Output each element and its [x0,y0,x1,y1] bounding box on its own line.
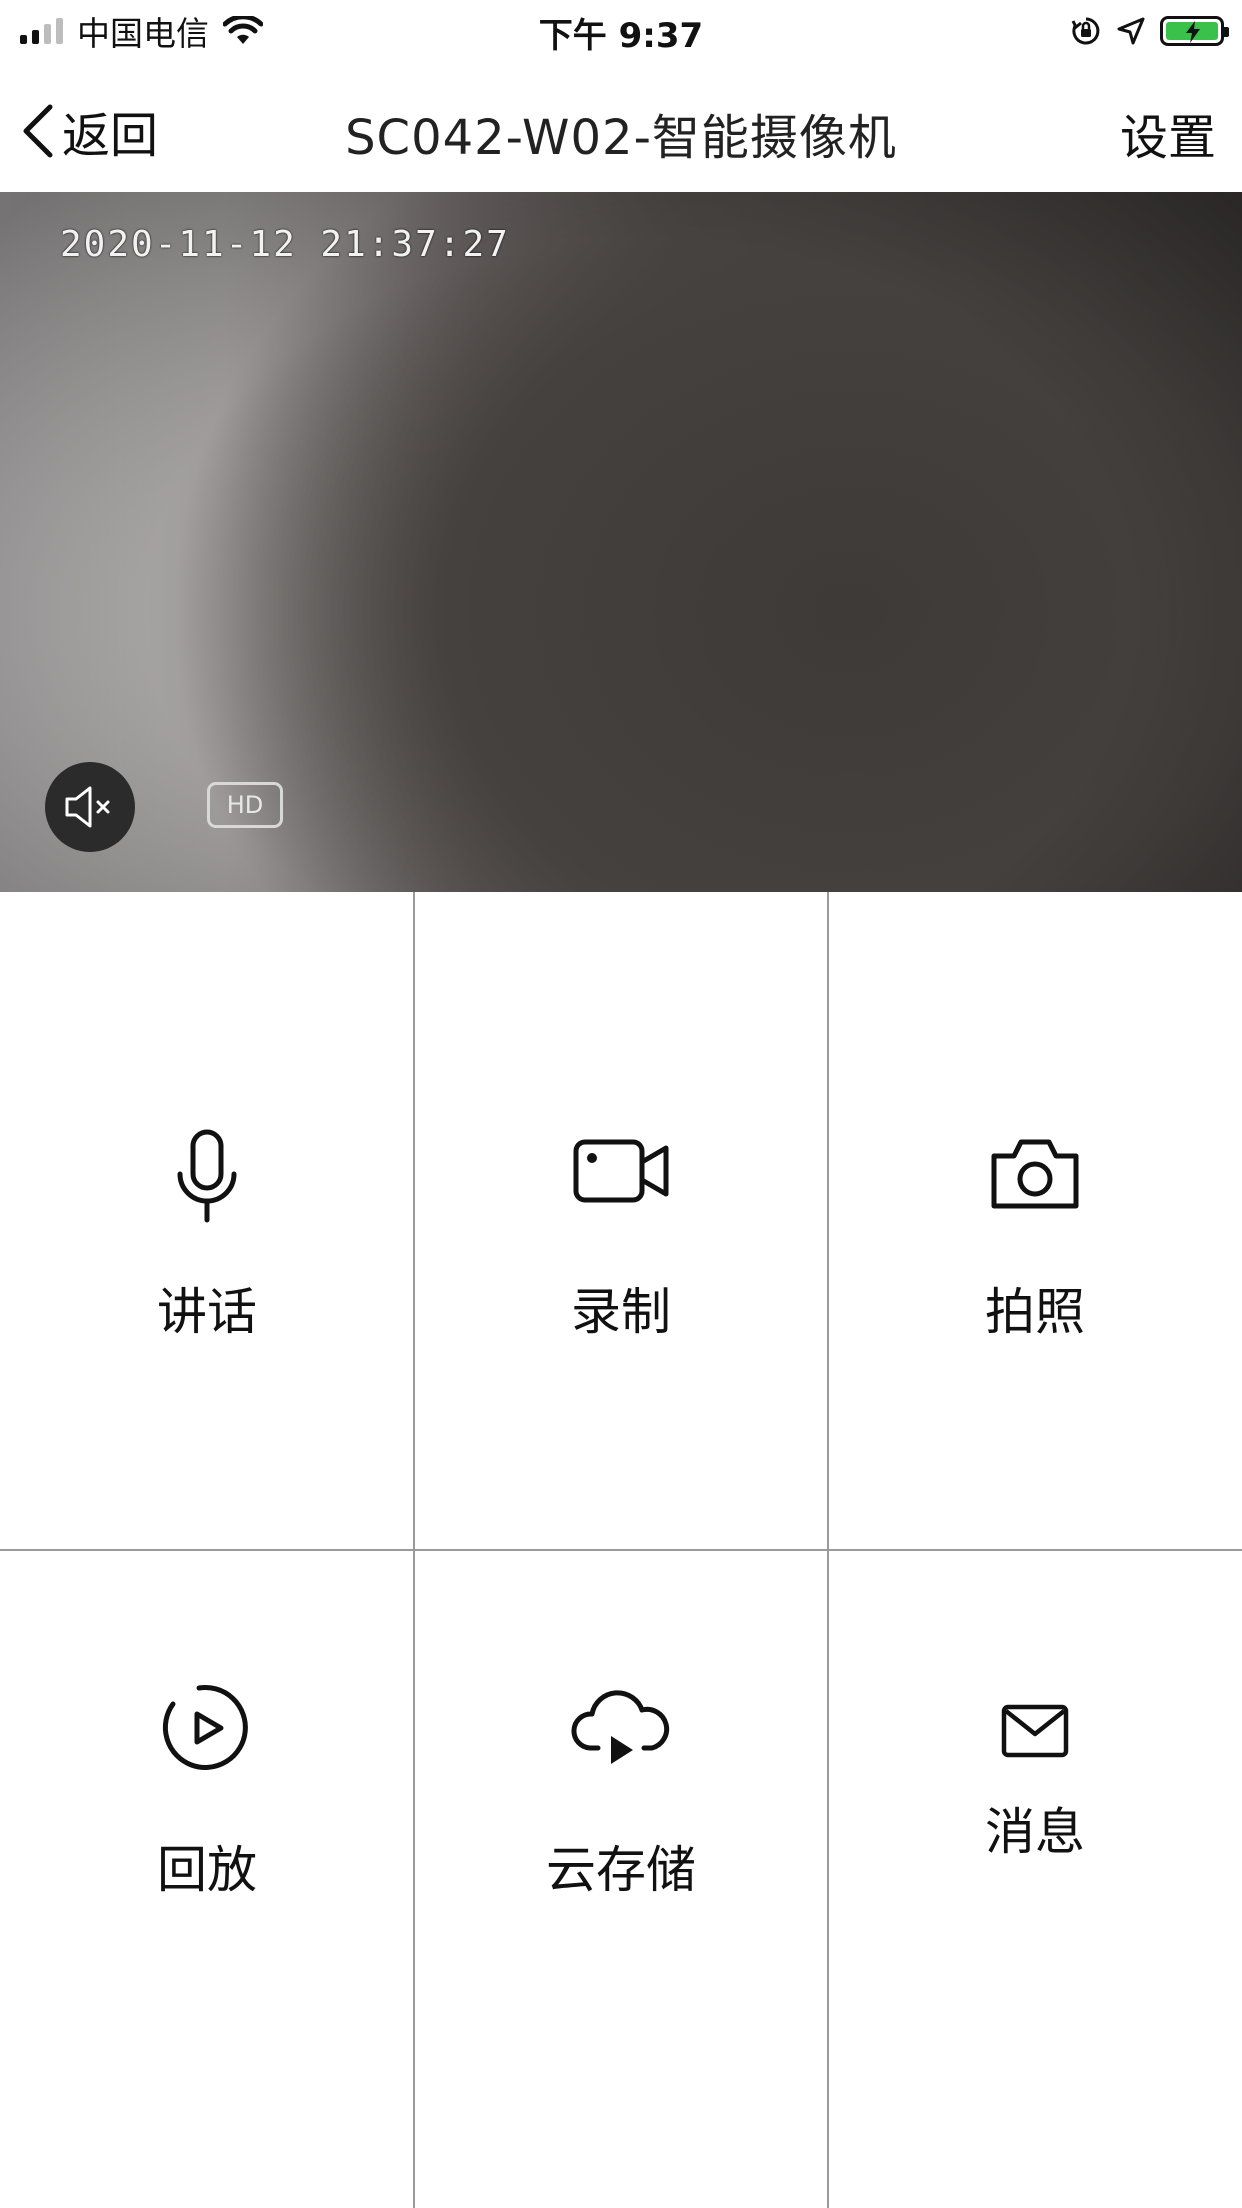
playback-button[interactable]: 回放 [0,1550,414,2208]
speaker-muted-icon [65,786,110,828]
status-time: 下午 9:37 [538,16,704,56]
snapshot-button[interactable]: 拍照 [828,892,1242,1550]
video-timestamp: 2020-11-12 21:37:27 [60,224,510,265]
mute-button[interactable] [45,762,135,852]
record-label: 录制 [571,1283,671,1341]
status-right [1070,10,1229,52]
cloud-storage-label: 云存储 [546,1841,696,1899]
camera-icon [991,1139,1079,1209]
grid-divider [0,1549,1242,1551]
messages-label: 消息 [985,1803,1085,1861]
microphone-icon [177,1129,237,1223]
cloud-play-icon [571,1690,670,1764]
hd-quality-toggle[interactable]: HD [207,782,283,828]
video-camera-icon [573,1139,669,1203]
playback-icon [162,1685,248,1770]
page-title: SC042-W02-智能摄像机 [345,110,897,166]
action-grid: 讲话 录制 拍照 回放 云存储 消息 [0,892,1242,2208]
navigation-bar: 返回 SC042-W02-智能摄像机 设置 [0,62,1242,192]
orientation-lock-icon [1071,17,1100,45]
battery-icon [1160,16,1229,46]
snapshot-label: 拍照 [985,1283,1085,1341]
status-bar: 中国电信 下午 9:37 [0,0,1242,62]
envelope-icon [1001,1704,1069,1758]
location-arrow-icon [1117,17,1145,45]
live-video-view[interactable]: 2020-11-12 21:37:27 HD [0,192,1242,892]
cloud-storage-button[interactable]: 云存储 [414,1550,828,2208]
record-button[interactable]: 录制 [414,892,828,1550]
talk-label: 讲话 [157,1283,257,1341]
settings-button[interactable]: 设置 [1120,98,1216,168]
playback-label: 回放 [157,1841,257,1899]
messages-button[interactable]: 消息 [828,1550,1242,2208]
talk-button[interactable]: 讲话 [0,892,414,1550]
